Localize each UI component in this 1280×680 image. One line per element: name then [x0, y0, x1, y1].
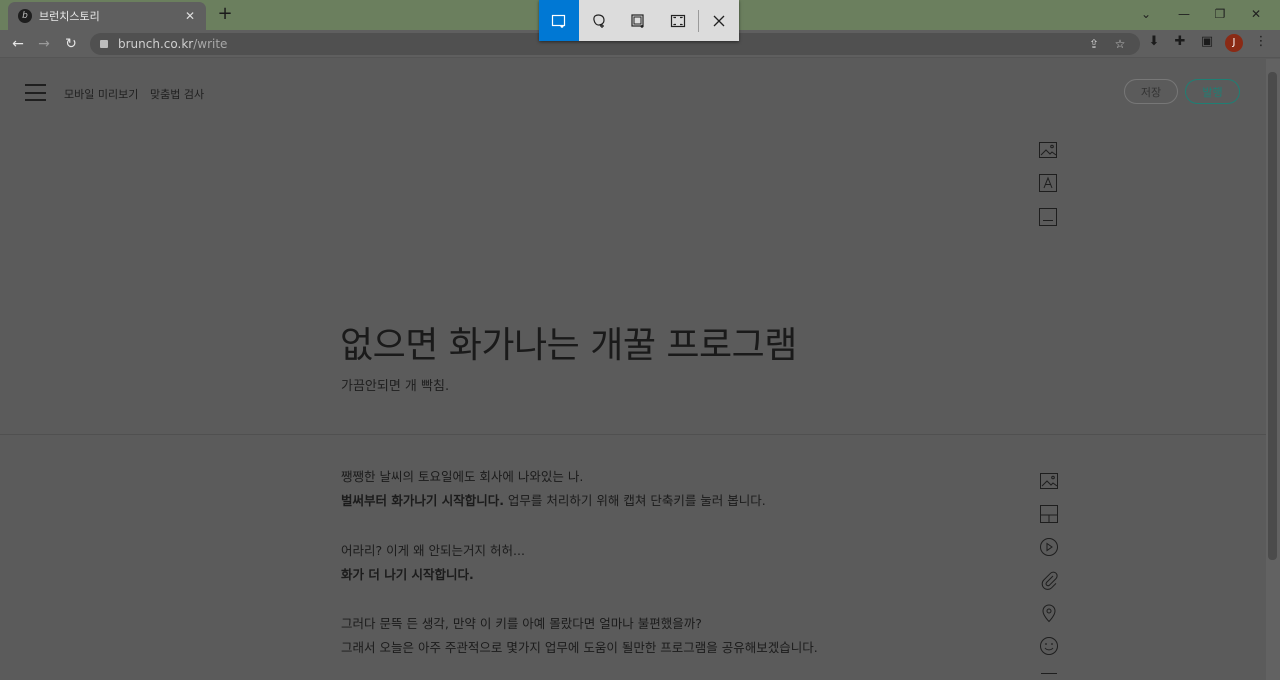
browser-tab[interactable]: b 브런치스토리 ✕	[8, 2, 206, 30]
rectangle-snip-icon[interactable]	[539, 0, 579, 41]
window-close-icon[interactable]: ✕	[1242, 4, 1270, 24]
lock-icon	[100, 40, 108, 48]
bold-text: 벌써부터 화가나기 시작합니다.	[341, 493, 504, 508]
body-text: 업무를 처리하기 위해 캡쳐 단축키를 눌러 봅니다.	[503, 493, 766, 508]
body-line[interactable]: 화가 더 나기 시작합니다.	[341, 564, 474, 583]
emoticon-icon[interactable]	[1039, 636, 1059, 656]
body-line[interactable]: 어라리? 이게 왜 안되는거지 허허...	[341, 540, 525, 559]
download-icon[interactable]: ⬇	[1145, 34, 1163, 49]
cover-divider	[0, 434, 1266, 435]
scrollbar-thumb[interactable]	[1268, 72, 1277, 560]
back-icon[interactable]: ←	[8, 34, 28, 54]
post-title[interactable]: 없으면 화가나는 개꿀 프로그램	[340, 316, 797, 368]
tab-title: 브런치스토리	[39, 10, 100, 23]
publish-button[interactable]: 발행	[1185, 79, 1240, 104]
brunch-favicon-icon: b	[18, 9, 32, 23]
share-icon[interactable]: ⇪	[1086, 37, 1102, 51]
freeform-snip-icon[interactable]	[579, 0, 619, 41]
spell-check-link[interactable]: 맞춤법 검사	[150, 86, 204, 102]
divider-line-icon[interactable]	[1039, 670, 1059, 680]
insert-image-icon[interactable]	[1039, 471, 1059, 491]
title-style-icon[interactable]	[1038, 173, 1058, 193]
profile-avatar[interactable]: J	[1225, 34, 1243, 52]
cover-image-icon[interactable]	[1038, 140, 1058, 160]
body-line[interactable]: 그러다 문뜩 든 생각, 만약 이 키를 아예 몰랐다면 얼마나 불편했을까?	[341, 613, 702, 632]
insert-video-icon[interactable]	[1039, 537, 1059, 557]
minimize-icon[interactable]: —	[1170, 4, 1198, 24]
extensions-icon[interactable]: ✚	[1171, 34, 1189, 49]
title-layout-icon[interactable]	[1038, 207, 1058, 227]
insert-layout-icon[interactable]	[1039, 504, 1059, 524]
restore-icon[interactable]: ❐	[1206, 4, 1234, 24]
side-panel-icon[interactable]: ▣	[1198, 34, 1216, 49]
location-pin-icon[interactable]	[1039, 603, 1059, 623]
forward-icon[interactable]: →	[34, 34, 54, 54]
hamburger-menu-icon[interactable]	[25, 84, 46, 101]
more-menu-icon[interactable]: ⋮	[1252, 34, 1270, 49]
tab-close-icon[interactable]: ✕	[182, 9, 198, 23]
save-button[interactable]: 저장	[1124, 79, 1178, 104]
url-host: brunch.co.kr	[118, 37, 194, 51]
attach-file-icon[interactable]	[1039, 570, 1059, 590]
mobile-preview-link[interactable]: 모바일 미리보기	[64, 86, 138, 102]
body-line[interactable]: 벌써부터 화가나기 시작합니다. 업무를 처리하기 위해 캡쳐 단축키를 눌러 …	[341, 490, 766, 509]
url-path: /write	[193, 37, 228, 51]
bold-text: 화가 더 나기 시작합니다.	[341, 567, 474, 582]
body-line[interactable]: 그래서 오늘은 아주 주관적으로 몇가지 업무에 도움이 될만한 프로그램을 공…	[341, 637, 818, 656]
bookmark-star-icon[interactable]: ☆	[1112, 37, 1128, 51]
close-icon[interactable]	[699, 0, 739, 41]
body-line[interactable]: 쨍쨍한 날씨의 토요일에도 회사에 나와있는 나.	[341, 466, 583, 485]
fullscreen-snip-icon[interactable]	[658, 0, 698, 41]
tab-search-icon[interactable]: ⌄	[1132, 4, 1160, 24]
editor-page	[0, 59, 1266, 680]
window-snip-icon[interactable]	[619, 0, 659, 41]
post-subtitle[interactable]: 가끔안되면 개 빡침.	[341, 375, 449, 394]
reload-icon[interactable]: ↻	[61, 34, 81, 54]
new-tab-button[interactable]: +	[215, 4, 235, 24]
snipping-toolbar	[539, 0, 739, 41]
